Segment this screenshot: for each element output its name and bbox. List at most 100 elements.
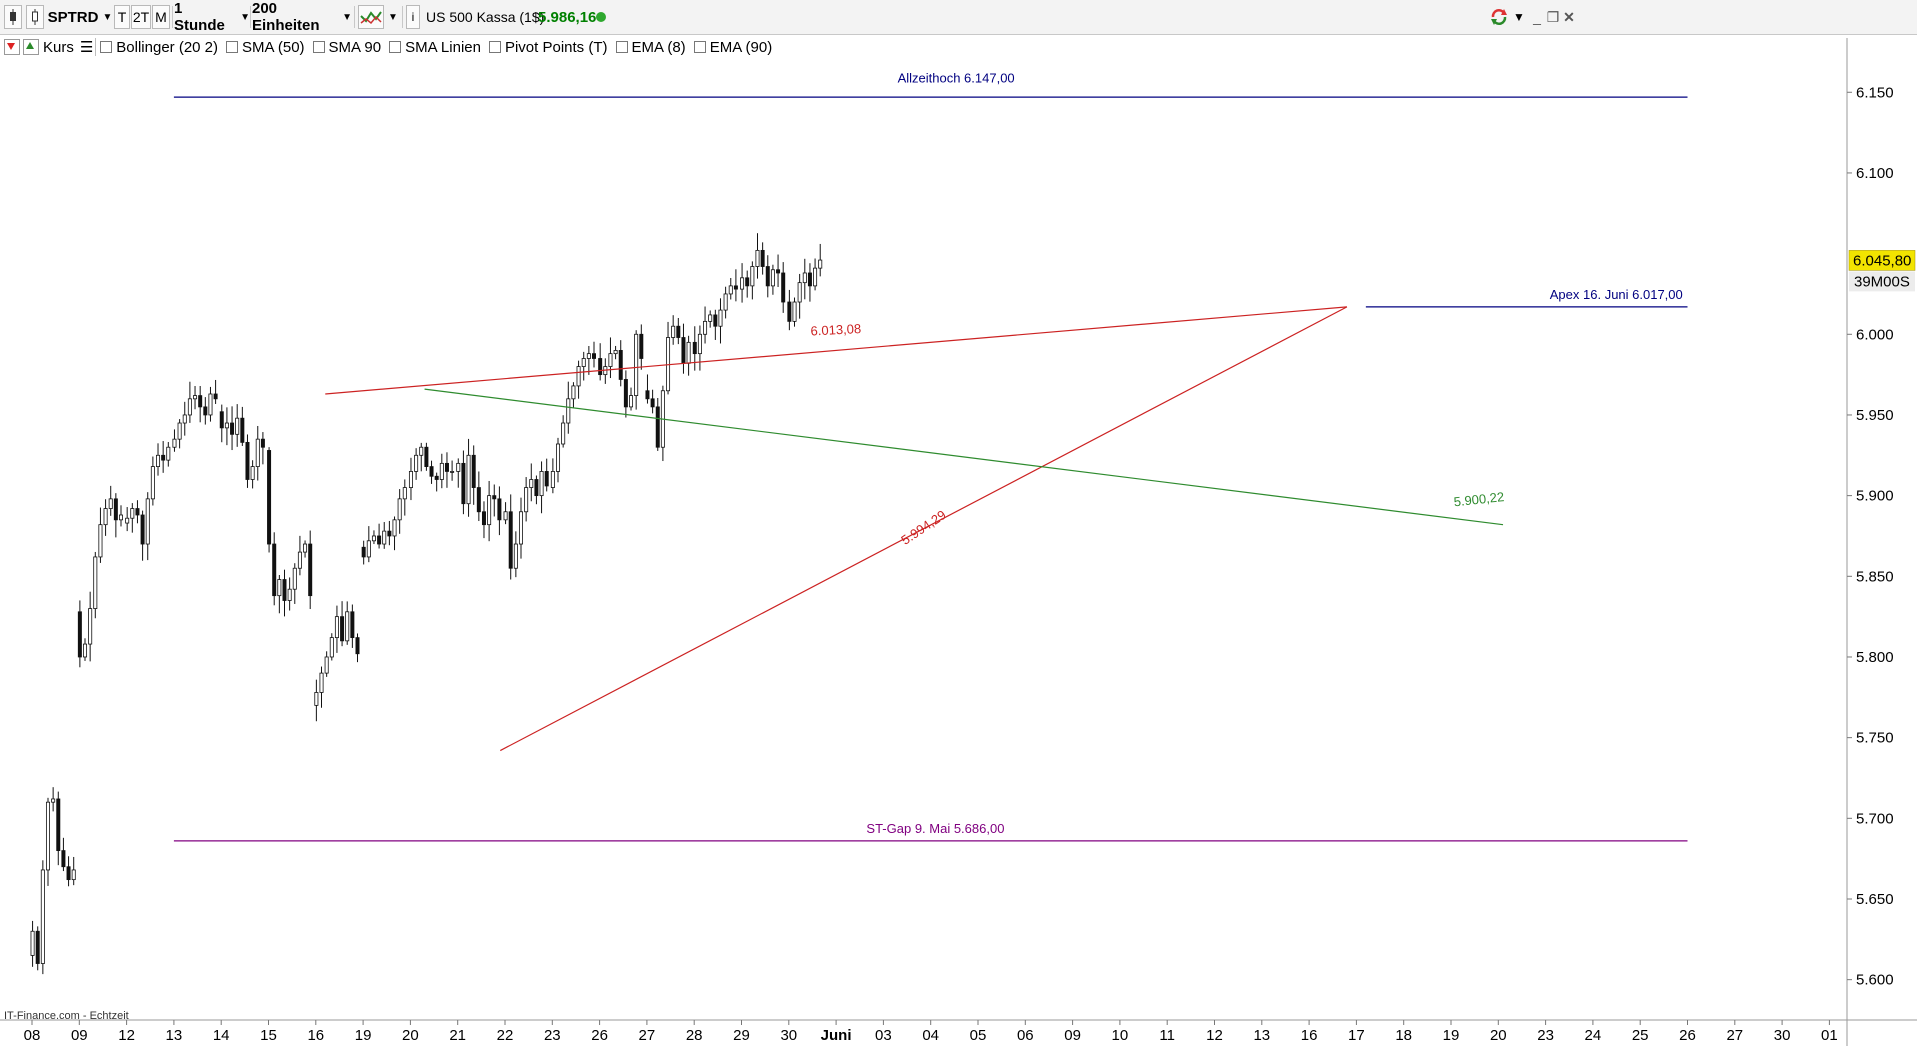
annotation-label: 5.994,29 bbox=[898, 507, 948, 548]
candle-bullish bbox=[150, 466, 155, 500]
indicator-kurs[interactable]: Kurs bbox=[39, 39, 78, 56]
candle-bullish bbox=[108, 498, 113, 509]
candle-bullish bbox=[723, 293, 728, 311]
chart-type-icon[interactable] bbox=[358, 5, 384, 29]
candle-bullish bbox=[561, 422, 566, 445]
checkbox[interactable] bbox=[693, 41, 706, 53]
candle-bullish bbox=[329, 637, 334, 658]
candle-bearish bbox=[308, 543, 313, 597]
candle-bullish bbox=[408, 471, 413, 488]
candle-bearish bbox=[219, 411, 224, 429]
price-chart[interactable]: Allzeithoch 6.147,00 Apex 16. Juni 6.017,… bbox=[0, 0, 1917, 1046]
arrow-down-icon[interactable] bbox=[4, 39, 20, 55]
indicator-pivot-points[interactable]: Pivot Points (T) bbox=[485, 39, 612, 56]
candle-bullish bbox=[613, 350, 618, 355]
checkbox[interactable] bbox=[389, 41, 402, 53]
candle-bearish bbox=[35, 930, 40, 964]
candle-bullish bbox=[571, 385, 576, 400]
candle-bearish bbox=[733, 285, 738, 290]
x-tick-label: 16 bbox=[1301, 1027, 1318, 1044]
symbol-select[interactable]: SPTRD ▼ bbox=[48, 5, 113, 29]
checkbox[interactable] bbox=[226, 41, 239, 53]
candle-bullish bbox=[45, 801, 50, 871]
x-tick-label: 30 bbox=[780, 1027, 797, 1044]
period-t-button[interactable]: T bbox=[114, 5, 130, 29]
candle-bullish bbox=[539, 471, 544, 497]
interval-select[interactable]: 1 Stunde ▼ bbox=[174, 0, 250, 34]
candle-bullish bbox=[182, 414, 187, 424]
candle-bearish bbox=[377, 535, 382, 545]
candle-bullish bbox=[382, 530, 387, 545]
chart-type-chevron-icon[interactable]: ▼ bbox=[386, 5, 400, 29]
checkbox[interactable] bbox=[488, 41, 501, 53]
restore-icon[interactable]: ❐ bbox=[1546, 5, 1560, 29]
chart-menu-icon[interactable] bbox=[4, 5, 22, 29]
info-icon[interactable]: i bbox=[406, 5, 420, 29]
minimize-icon[interactable]: _ bbox=[1530, 5, 1544, 29]
candle-bullish bbox=[487, 495, 492, 526]
checkbox[interactable] bbox=[100, 41, 113, 53]
candle-bearish bbox=[776, 269, 781, 274]
candle-bullish bbox=[792, 301, 797, 322]
candle-bearish bbox=[655, 406, 660, 448]
last-price-label: 6.045,80 bbox=[1853, 252, 1911, 269]
y-tick-label: 5.600 bbox=[1856, 972, 1894, 989]
indicator-ema-8[interactable]: EMA (8) bbox=[612, 39, 690, 56]
indicator-ema-90[interactable]: EMA (90) bbox=[690, 39, 777, 56]
checkbox[interactable] bbox=[312, 41, 325, 53]
checkbox[interactable] bbox=[615, 41, 628, 53]
candle-bullish bbox=[235, 417, 240, 435]
candle-bearish bbox=[807, 272, 812, 287]
candle-bearish bbox=[497, 498, 502, 521]
candle-bearish bbox=[650, 398, 655, 408]
candle-bullish bbox=[250, 466, 255, 480]
candle-bullish bbox=[660, 390, 665, 448]
y-tick-label: 6.000 bbox=[1856, 326, 1894, 343]
candle-bullish bbox=[634, 333, 639, 396]
candle-bearish bbox=[203, 406, 208, 416]
indicator-sma-50[interactable]: SMA (50) bbox=[222, 39, 309, 56]
candle-bullish bbox=[177, 422, 182, 440]
units-select[interactable]: 200 Einheiten ▼ bbox=[252, 0, 352, 34]
candle-bullish bbox=[576, 366, 581, 387]
x-tick-label: 20 bbox=[1490, 1027, 1507, 1044]
indicator-sma-linien[interactable]: SMA Linien bbox=[385, 39, 485, 56]
refresh-icon[interactable] bbox=[1488, 5, 1510, 29]
x-tick-label: 26 bbox=[1679, 1027, 1696, 1044]
candle-bearish bbox=[676, 325, 681, 338]
arrow-up-icon[interactable] bbox=[23, 39, 39, 55]
candle-bearish bbox=[161, 454, 166, 461]
candle-bullish bbox=[71, 869, 76, 881]
period-2t-button[interactable]: 2T bbox=[131, 5, 151, 29]
y-tick-label: 5.750 bbox=[1856, 730, 1894, 747]
refresh-arrows-icon bbox=[1491, 9, 1507, 25]
candle-bullish bbox=[314, 692, 319, 706]
chevron-down-icon: ▼ bbox=[240, 11, 250, 23]
candle-bullish bbox=[166, 446, 171, 461]
x-tick-label: 28 bbox=[686, 1027, 703, 1044]
candle-bearish bbox=[544, 471, 549, 487]
candle-bearish bbox=[765, 266, 770, 287]
close-icon[interactable]: ✕ bbox=[1562, 5, 1576, 29]
x-tick-label: 29 bbox=[733, 1027, 750, 1044]
indicator-bollinger[interactable]: Bollinger (20 2) bbox=[96, 39, 222, 56]
x-tick-label: 09 bbox=[71, 1027, 88, 1044]
indicator-menu[interactable]: ☰ bbox=[78, 38, 95, 56]
candle-bearish bbox=[760, 249, 765, 267]
y-tick-label: 5.850 bbox=[1856, 568, 1894, 585]
candle-bearish bbox=[781, 272, 786, 303]
chart-settings-icon[interactable] bbox=[26, 5, 44, 29]
candle-bullish bbox=[550, 471, 555, 488]
x-tick-label: 11 bbox=[1159, 1027, 1175, 1044]
indicator-sma-90[interactable]: SMA 90 bbox=[309, 39, 386, 56]
x-tick-label: 13 bbox=[166, 1027, 183, 1044]
x-tick-label: 04 bbox=[922, 1027, 939, 1044]
candle-bearish bbox=[623, 379, 628, 408]
candle-bullish bbox=[603, 366, 608, 376]
period-m-button[interactable]: M bbox=[152, 5, 170, 29]
candle-bullish bbox=[513, 543, 518, 569]
candle-bullish bbox=[255, 438, 260, 467]
candle-bullish bbox=[581, 358, 586, 367]
candle-bearish bbox=[340, 616, 345, 642]
dropdown-icon[interactable]: ▼ bbox=[1512, 5, 1526, 29]
